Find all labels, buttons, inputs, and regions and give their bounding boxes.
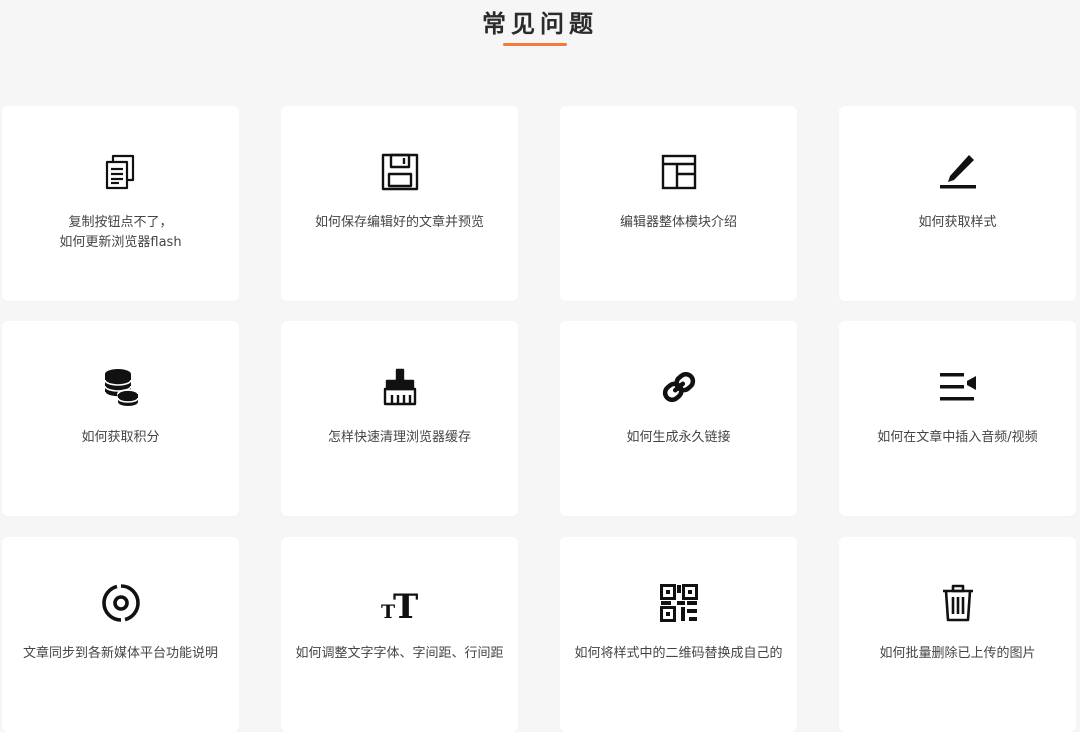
faq-label: 如何保存编辑好的文章并预览	[314, 215, 484, 230]
faq-card-module-intro[interactable]: 编辑器整体模块介绍	[560, 106, 797, 301]
faq-label: 如何生成永久链接	[626, 430, 731, 445]
faq-card-permanent-link[interactable]: 如何生成永久链接	[560, 321, 797, 516]
faq-label: 如何调整文字字体、字间距、行间距	[295, 646, 504, 661]
faq-card-insert-media[interactable]: 如何在文章中插入音频/视频	[839, 321, 1076, 516]
qr-code-icon	[560, 583, 797, 623]
text-size-icon: T T	[281, 583, 518, 623]
pen-edit-icon	[839, 152, 1076, 192]
link-icon	[560, 367, 797, 407]
coin-stack-icon	[2, 367, 239, 407]
svg-text:T: T	[393, 587, 418, 623]
broom-clean-icon	[281, 367, 518, 407]
faq-card-get-style[interactable]: 如何获取样式	[839, 106, 1076, 301]
faq-card-batch-delete[interactable]: 如何批量删除已上传的图片	[839, 537, 1076, 732]
faq-label: 如何获取样式	[918, 215, 997, 230]
faq-label: 怎样快速清理浏览器缓存	[327, 430, 471, 445]
faq-label: 如何获取积分	[81, 430, 160, 445]
faq-card-clear-cache[interactable]: 怎样快速清理浏览器缓存	[281, 321, 518, 516]
trash-icon	[839, 583, 1076, 623]
floppy-save-icon	[281, 152, 518, 192]
layout-panel-icon	[560, 152, 797, 192]
faq-card-font-spacing[interactable]: T T 如何调整文字字体、字间距、行间距	[281, 537, 518, 732]
faq-card-update-flash[interactable]: 复制按钮点不了， 如何更新浏览器flash	[2, 106, 239, 301]
copy-documents-icon	[2, 152, 239, 192]
faq-card-sync-platforms[interactable]: 文章同步到各新媒体平台功能说明	[2, 537, 239, 732]
faq-label: 如何批量删除已上传的图片	[879, 646, 1036, 661]
faq-card-replace-qr[interactable]: 如何将样式中的二维码替换成自己的	[560, 537, 797, 732]
video-list-icon	[839, 367, 1076, 407]
faq-label: 文章同步到各新媒体平台功能说明	[22, 646, 218, 661]
faq-grid: 复制按钮点不了， 如何更新浏览器flash 如何保存编辑好的文章并预览 编辑器整…	[0, 0, 1080, 732]
faq-label: 编辑器整体模块介绍	[619, 215, 737, 230]
faq-label: 如何在文章中插入音频/视频	[877, 430, 1038, 445]
faq-card-save-preview[interactable]: 如何保存编辑好的文章并预览	[281, 106, 518, 301]
faq-label: 如何将样式中的二维码替换成自己的	[574, 646, 783, 661]
sync-circle-icon	[2, 583, 239, 623]
faq-card-get-points[interactable]: 如何获取积分	[2, 321, 239, 516]
faq-label: 复制按钮点不了， 如何更新浏览器flash	[59, 215, 182, 250]
